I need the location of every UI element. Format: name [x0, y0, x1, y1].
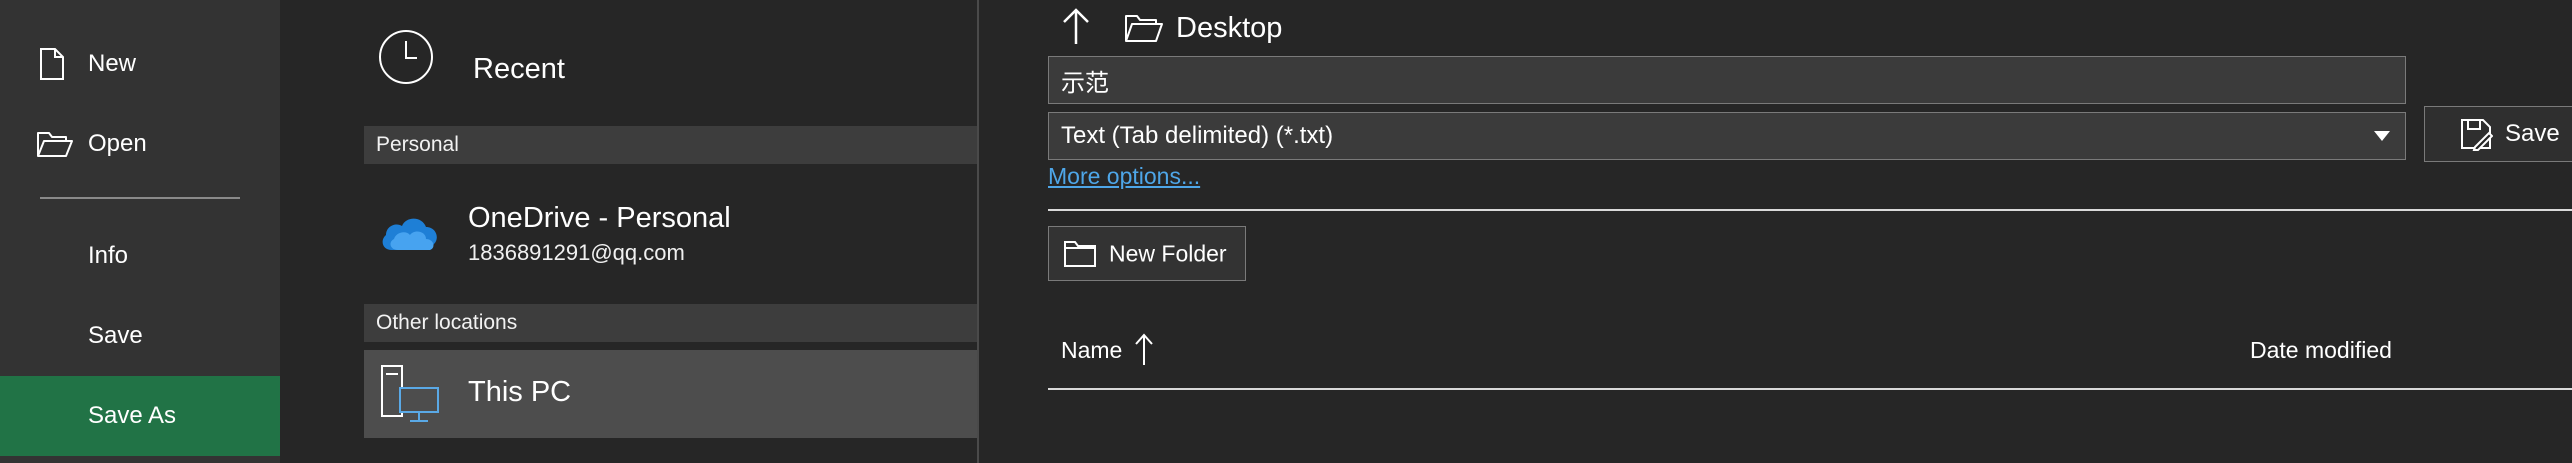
clock-icon [377, 28, 435, 86]
column-header-name[interactable]: Name [1061, 337, 1122, 364]
onedrive-cloud-icon [378, 210, 440, 254]
nav-item-label: New [88, 50, 137, 77]
location-this-pc[interactable]: This PC [364, 350, 977, 438]
onedrive-title: OneDrive - Personal [468, 202, 731, 234]
new-folder-button[interactable]: New Folder [1048, 226, 1246, 281]
folder-icon [1124, 13, 1164, 43]
nav-item-new[interactable]: New [0, 24, 280, 104]
section-header-other-locations: Other locations [364, 304, 977, 342]
save-icon [2459, 117, 2493, 151]
divider [1048, 209, 2572, 211]
save-button-label: Save [2505, 120, 2560, 147]
nav-item-label: Save As [88, 402, 177, 429]
location-recent[interactable]: Recent [363, 15, 963, 95]
nav-item-open[interactable]: Open [0, 104, 280, 184]
new-folder-icon [1063, 240, 1097, 268]
section-header-personal: Personal [364, 126, 977, 164]
new-folder-label: New Folder [1109, 240, 1227, 266]
open-folder-icon [36, 130, 74, 158]
nav-item-label: Save [88, 322, 143, 349]
more-options-link[interactable]: More options... [1048, 163, 1200, 190]
nav-item-save[interactable]: Save [0, 296, 280, 376]
chevron-down-icon [2373, 130, 2391, 142]
location-recent-label: Recent [473, 53, 565, 85]
backstage-nav: New Open Info Save Save As [0, 0, 280, 463]
nav-item-label: Info [88, 242, 129, 269]
nav-item-label: Open [88, 130, 147, 157]
computer-icon [380, 364, 442, 424]
save-button[interactable]: Save [2424, 106, 2572, 162]
divider [1048, 388, 2572, 390]
sort-ascending-icon[interactable] [1134, 332, 1154, 366]
breadcrumb[interactable]: Desktop [1176, 12, 1282, 45]
nav-item-info[interactable]: Info [0, 216, 280, 296]
nav-item-save-as[interactable]: Save As [0, 376, 280, 456]
section-header-label: Other locations [376, 311, 518, 334]
nav-divider [40, 197, 240, 199]
this-pc-title: This PC [468, 376, 572, 408]
column-header-date-modified[interactable]: Date modified [2250, 337, 2392, 364]
onedrive-account: 1836891291@qq.com [468, 240, 685, 265]
file-type-select[interactable]: Text (Tab delimited) (*.txt) [1048, 112, 2406, 160]
panel-divider [977, 0, 979, 463]
up-arrow-icon[interactable] [1060, 6, 1092, 46]
filename-input[interactable] [1048, 56, 2406, 104]
new-file-icon [36, 47, 66, 81]
location-onedrive[interactable]: OneDrive - Personal 1836891291@qq.com [364, 188, 977, 276]
section-header-label: Personal [376, 133, 459, 156]
file-type-value: Text (Tab delimited) (*.txt) [1061, 122, 1334, 149]
